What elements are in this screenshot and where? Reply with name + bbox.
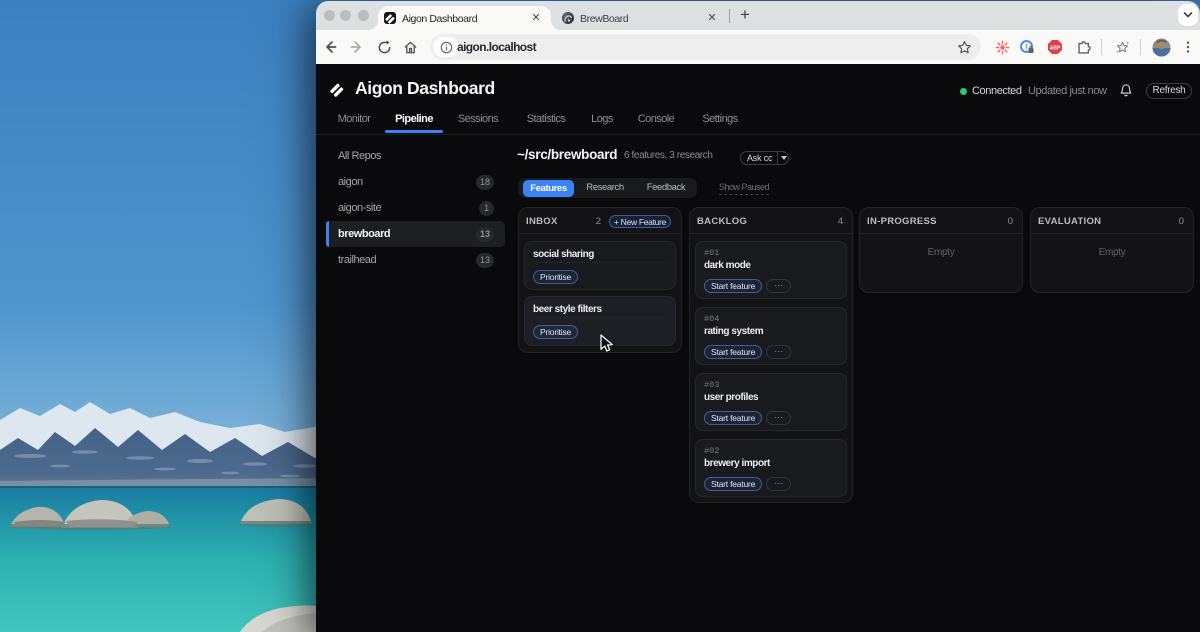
svg-text:ABP: ABP [1050, 45, 1061, 51]
